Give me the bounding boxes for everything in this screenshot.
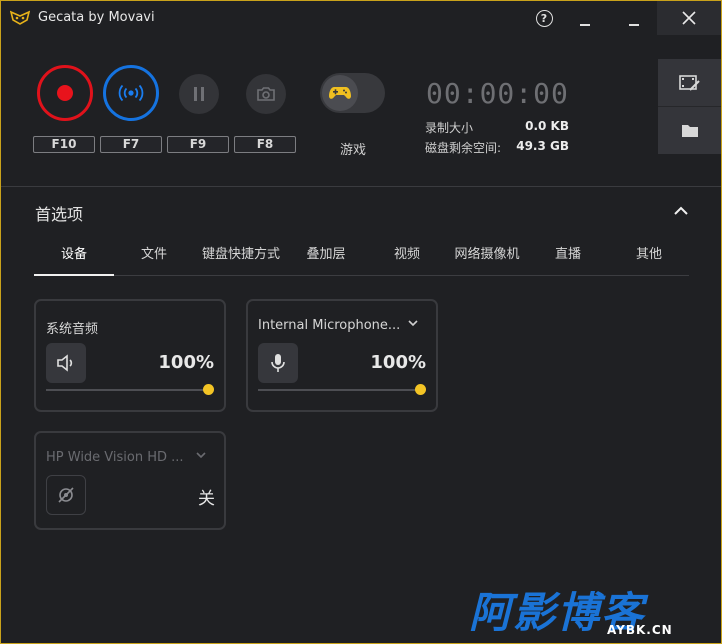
microphone-device-select[interactable]: Internal Microphone... — [258, 318, 400, 333]
video-editor-button[interactable] — [658, 59, 721, 106]
screenshot-button[interactable] — [246, 74, 286, 114]
tab-files[interactable]: 文件 — [114, 241, 194, 274]
preferences-tabs: 设备 文件 键盘快捷方式 叠加层 视频 网络摄像机 直播 其他 — [34, 241, 689, 276]
tab-devices[interactable]: 设备 — [34, 241, 114, 276]
help-button[interactable]: ? — [529, 1, 559, 35]
side-panel — [658, 59, 721, 154]
camera-off-icon — [58, 487, 74, 503]
record-button[interactable] — [37, 65, 93, 121]
webcam-device-select[interactable]: HP Wide Vision HD ... — [46, 450, 184, 465]
chevron-down-icon[interactable] — [408, 319, 418, 327]
microphone-icon — [271, 354, 285, 372]
pause-icon — [194, 87, 204, 101]
app-logo-icon — [10, 10, 30, 25]
system-audio-mute-button[interactable] — [46, 343, 86, 383]
recording-size-value: 0.0 KB — [525, 119, 569, 133]
close-button[interactable] — [657, 1, 721, 35]
maximize-button[interactable] — [619, 1, 649, 35]
help-icon: ? — [535, 9, 553, 27]
tab-overlay[interactable]: 叠加层 — [286, 241, 366, 274]
speaker-icon — [57, 354, 73, 372]
slider-handle[interactable] — [415, 384, 426, 395]
system-audio-slider[interactable] — [46, 384, 214, 395]
chevron-down-icon[interactable] — [196, 451, 206, 459]
chevron-up-icon — [674, 206, 688, 215]
recording-size-label: 录制大小 — [425, 121, 474, 135]
microphone-mute-button[interactable] — [258, 343, 298, 383]
broadcast-icon — [118, 84, 144, 102]
game-mode-knob — [322, 75, 358, 111]
open-folder-button[interactable] — [658, 107, 721, 154]
hotkey-screenshot: F8 — [234, 136, 296, 153]
watermark: 阿影博客 AYBK.CN — [469, 579, 701, 639]
hotkey-pause: F9 — [167, 136, 229, 153]
collapse-preferences-button[interactable] — [669, 199, 693, 223]
pause-button[interactable] — [179, 74, 219, 114]
tab-webcam[interactable]: 网络摄像机 — [447, 241, 527, 274]
camera-icon — [257, 87, 275, 101]
tab-streaming[interactable]: 直播 — [528, 241, 608, 274]
hotkey-record: F10 — [33, 136, 95, 153]
microphone-card: Internal Microphone... 100% — [246, 299, 438, 412]
slider-fill — [258, 389, 420, 391]
tab-other[interactable]: 其他 — [609, 241, 689, 274]
webcam-toggle-button[interactable] — [46, 475, 86, 515]
game-mode-toggle[interactable] — [320, 73, 385, 113]
game-mode-label: 游戏 — [340, 143, 367, 158]
watermark-subtext: AYBK.CN — [607, 623, 673, 637]
maximize-icon — [629, 24, 639, 26]
folder-icon — [681, 124, 698, 137]
record-icon — [57, 85, 73, 101]
preferences-title: 首选项 — [35, 205, 84, 224]
app-title: Gecata by Movavi — [38, 10, 155, 25]
tab-video[interactable]: 视频 — [367, 241, 447, 274]
minimize-icon — [580, 24, 590, 26]
microphone-volume: 100% — [370, 352, 426, 373]
film-edit-icon — [678, 74, 700, 91]
system-audio-card: 系统音频 100% — [34, 299, 226, 412]
disk-free-label: 磁盘剩余空间: — [425, 141, 502, 155]
system-audio-volume: 100% — [158, 352, 214, 373]
webcam-status: 关 — [198, 489, 215, 509]
disk-free-value: 49.3 GB — [516, 139, 569, 153]
stream-button[interactable] — [103, 65, 159, 121]
section-divider — [1, 186, 721, 187]
app-window: Gecata by Movavi ? F10 F7 F9 F8 游戏 00:00… — [0, 0, 722, 644]
tab-hotkeys[interactable]: 键盘快捷方式 — [200, 241, 282, 274]
minimize-button[interactable] — [570, 1, 600, 35]
microphone-slider[interactable] — [258, 384, 426, 395]
webcam-card: HP Wide Vision HD ... 关 — [34, 431, 226, 530]
hotkey-stream: F7 — [100, 136, 162, 153]
gamepad-icon — [329, 87, 351, 99]
recording-timer: 00:00:00 — [426, 77, 569, 110]
slider-handle[interactable] — [203, 384, 214, 395]
system-audio-title: 系统音频 — [46, 322, 99, 337]
close-icon — [682, 11, 696, 25]
slider-fill — [46, 389, 208, 391]
title-bar: Gecata by Movavi ? — [1, 1, 721, 35]
